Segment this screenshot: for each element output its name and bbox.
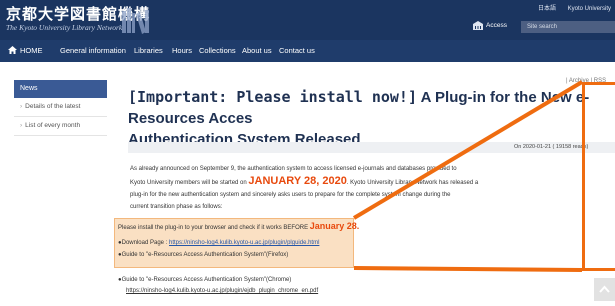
chevron-up-icon [599, 285, 610, 293]
scroll-to-top-button[interactable] [594, 278, 615, 301]
intro-line-1: As already announced on September 9, the… [130, 166, 457, 172]
sidebar-item-monthly[interactable]: › List of every month [14, 117, 107, 136]
nav-collections[interactable]: Collections [199, 40, 236, 62]
chevron-right-icon: › [20, 103, 23, 110]
download-page-link[interactable]: https://ninsho-log4.kulib.kyoto-u.ac.jp/… [169, 240, 319, 246]
news-heading[interactable]: News [14, 80, 107, 98]
top-links: 日本語 Kyoto University [528, 3, 611, 12]
article-title: [Important: Please install now!] A Plug-… [128, 87, 598, 150]
sidebar-item-label: List of every month [25, 122, 81, 129]
sidebar-item-latest[interactable]: › Details of the latest [14, 98, 107, 117]
nav-home-label: HOME [20, 46, 43, 55]
nav-libraries[interactable]: Libraries [134, 40, 163, 62]
intro-line-2-post: . Kyoto University Library Network has r… [346, 180, 479, 186]
japanese-link[interactable]: 日本語 [538, 6, 556, 12]
notice-date: January 28 [309, 221, 357, 231]
site-logo-english[interactable]: The Kyoto University Library Network [6, 23, 122, 32]
notice-text: Please install the plug-in to your brows… [118, 221, 359, 231]
download-page-line: ●Download Page : https://ninsho-log4.kul… [118, 240, 319, 246]
intro-line-2-pre: Kyoto University members will be started… [130, 180, 249, 186]
zoom-callout-box [582, 82, 615, 271]
access-label: Access [486, 22, 507, 29]
title-bracket: [Important: Please install now!] [128, 88, 417, 106]
sidebar-item-label: Details of the latest [25, 103, 81, 110]
chevron-right-icon: › [20, 122, 23, 129]
intro-line-4: current transition phase as follows: [130, 204, 223, 210]
nav-home[interactable]: HOME [8, 40, 43, 62]
nav-general-information[interactable]: General information [60, 40, 126, 62]
building-icon [473, 21, 483, 30]
site-search-input[interactable]: Site search [521, 21, 615, 33]
nav-contact-us[interactable]: Contact us [279, 40, 315, 62]
home-icon [8, 46, 17, 54]
access-link[interactable]: Access [473, 21, 507, 30]
intro-line-3: plug-in for the new authentication syste… [130, 192, 451, 198]
notice-pre: Please install the plug-in to your brows… [118, 225, 310, 231]
start-date: JANUARY 28, 2020 [248, 175, 347, 187]
download-label: ●Download Page : [118, 240, 169, 246]
books-logo-icon [122, 8, 149, 34]
notice-post: . [356, 221, 360, 231]
article-meta: On 2020-01-21 ( 19158 reads) [514, 144, 589, 150]
guide-chrome-line: ●Guide to "e-Resources Access Authentica… [118, 277, 292, 283]
guide-firefox-link[interactable]: ●Guide to "e-Resources Access Authentica… [118, 252, 288, 258]
kyoto-university-link[interactable]: Kyoto University [568, 6, 611, 12]
nav-hours[interactable]: Hours [172, 40, 192, 62]
article-intro: As already announced on September 9, the… [130, 163, 515, 213]
site-header: 京都大学図書館機構 The Kyoto University Library N… [0, 0, 615, 40]
guide-chrome-link[interactable]: https://ninsho-log4.kulib.kyoto-u.ac.jp/… [126, 288, 318, 294]
main-nav: HOME General information Libraries Hours… [0, 40, 615, 62]
nav-about-us[interactable]: About us [242, 40, 272, 62]
news-sidebar: News › Details of the latest › List of eve… [14, 80, 107, 136]
